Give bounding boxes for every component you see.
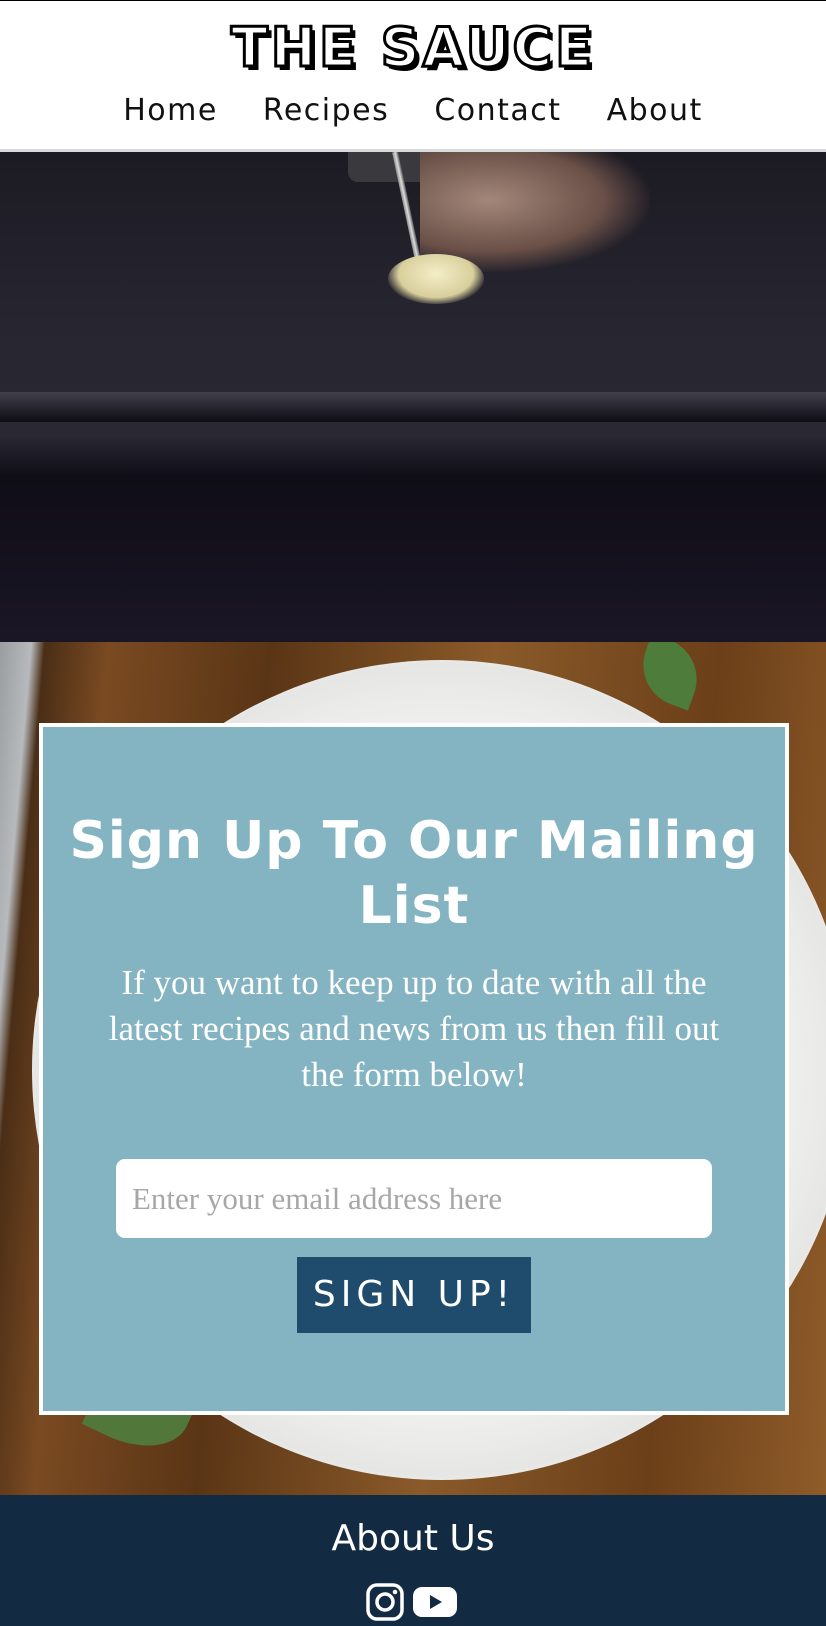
- nav-home-link[interactable]: Home: [123, 89, 218, 133]
- social-links: [366, 1583, 466, 1623]
- email-input[interactable]: [116, 1159, 712, 1238]
- nav-about-link[interactable]: About: [607, 89, 703, 133]
- nav-contact-link[interactable]: Contact: [434, 89, 561, 133]
- site-footer: About Us: [0, 1495, 826, 1626]
- site-logo[interactable]: THE SAUCE: [0, 13, 826, 83]
- leaf-decoration: [631, 642, 709, 711]
- nav-recipes-link[interactable]: Recipes: [263, 89, 389, 133]
- signup-card: Sign Up To Our Mailing List If you want …: [39, 723, 789, 1415]
- site-header: THE SAUCE Home Recipes Contact About: [0, 0, 826, 152]
- footer-about-us-link[interactable]: About Us: [0, 1517, 826, 1561]
- signup-title: Sign Up To Our Mailing List: [69, 811, 759, 936]
- youtube-icon[interactable]: [412, 1583, 458, 1621]
- signup-description: If you want to keep up to date with all …: [108, 963, 720, 1094]
- hero-image: [0, 152, 826, 642]
- garlic-clove-shape: [388, 254, 484, 304]
- signup-button[interactable]: SIGN UP!: [297, 1257, 531, 1333]
- cutting-board-edge: [0, 392, 826, 422]
- hand-shape: [420, 152, 650, 272]
- main-nav: Home Recipes Contact About: [0, 89, 826, 133]
- instagram-icon[interactable]: [366, 1583, 404, 1621]
